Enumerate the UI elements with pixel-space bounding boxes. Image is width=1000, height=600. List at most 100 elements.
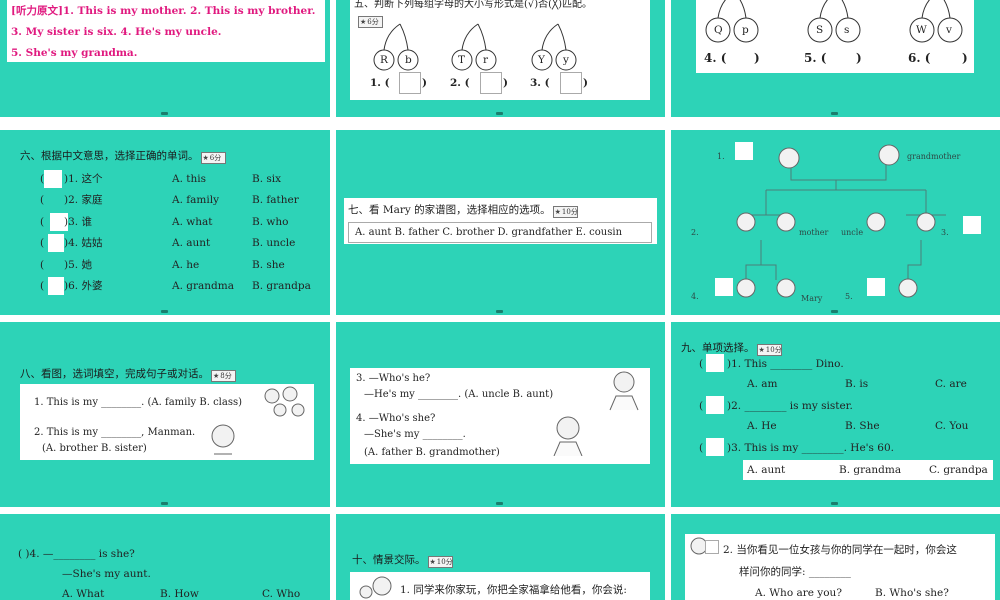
score-badge-text: 10分 bbox=[756, 344, 782, 356]
tree-answer-box-3[interactable] bbox=[963, 216, 981, 234]
tree-label-mary: Mary bbox=[801, 294, 823, 303]
vocab-row-5-label: )5. 她 bbox=[64, 259, 92, 271]
tree-label-5: 5. bbox=[845, 292, 853, 301]
answer-2-box[interactable] bbox=[480, 72, 502, 94]
slide-marker bbox=[831, 112, 838, 115]
mc-q1-answer-box[interactable] bbox=[706, 354, 724, 372]
vocab-row-3-label: )3. 谁 bbox=[64, 216, 92, 228]
slide-marker bbox=[831, 310, 838, 313]
answer-6-label: 6. ( bbox=[908, 51, 931, 65]
grandmother-illustration bbox=[553, 416, 583, 456]
score-badge-text: 8分 bbox=[211, 370, 236, 382]
dog-illustration bbox=[359, 576, 392, 599]
listening-line-3: 5. She's my grandma. bbox=[11, 47, 138, 59]
vocab-row-1-answer-box[interactable] bbox=[44, 170, 62, 188]
slide-marker bbox=[496, 310, 503, 313]
answer-2-label: 2. ( bbox=[450, 77, 470, 89]
slide-1: [听力原文]1. This is my mother. 2. This is m… bbox=[0, 0, 330, 117]
vocab-row-6-answer-box[interactable] bbox=[48, 277, 64, 295]
vocab-row-2-open: ( bbox=[40, 194, 45, 206]
mc-q2-opt-b: B. She bbox=[845, 420, 880, 432]
mc-q1-opt-a: A. am bbox=[747, 378, 778, 390]
answer-3-label: 3. ( bbox=[530, 77, 550, 89]
q3-line-b: —He's my ________. (A. uncle B. aunt) bbox=[364, 389, 554, 400]
pair-1-upper: R bbox=[380, 54, 388, 66]
listening-script-card: [听力原文]1. This is my mother. 2. This is m… bbox=[7, 0, 325, 62]
slide-10: ( )4. —________ is she? —She's my aunt. … bbox=[0, 514, 330, 600]
answer-3-box[interactable] bbox=[560, 72, 582, 94]
mc-q1: )1. This ________ Dino. bbox=[727, 358, 844, 370]
tree-label-grandmother: grandmother bbox=[907, 152, 961, 161]
pair-5-lower: s bbox=[844, 24, 850, 36]
vocab-row-6-label: )6. 外婆 bbox=[64, 280, 103, 292]
score-badge-text: 10分 bbox=[427, 556, 453, 568]
slide-11: 十、情景交际。10分 1. 同学来你家玩，你把全家福拿给他看，你会说: bbox=[336, 514, 665, 600]
tree-label-uncle: uncle bbox=[841, 228, 864, 237]
vocab-row-5-open: ( bbox=[40, 259, 45, 271]
score-badge-text: 10分 bbox=[552, 206, 578, 218]
slide-2: 五、判断下列每组字母的大小写形式是(√)否(╳)匹配。 6分 R b T r Y… bbox=[336, 0, 665, 117]
picture-q2-options: (A. brother B. sister) bbox=[42, 443, 147, 454]
mc-q4-opt-a: A. What bbox=[62, 588, 105, 600]
pair-2-upper: T bbox=[458, 54, 466, 66]
mc-q3-options-card: A. aunt B. grandma C. grandpa bbox=[743, 460, 993, 480]
letter-match-card-2: Q p S s W v 4. ( ) 5. ( ) 6. ( ) bbox=[696, 0, 974, 73]
slide-7: 八、看图，选词填空，完成句子或对话。8分 1. This is my _____… bbox=[0, 322, 330, 507]
tree-label-1: 1. bbox=[717, 152, 725, 161]
vocab-row-1-opt-a: A. this bbox=[172, 173, 206, 185]
answer-6-close: ) bbox=[962, 51, 968, 65]
picture-fill-card: 1. This is my ________. (A. family B. cl… bbox=[20, 384, 314, 460]
mc-q2-opt-c: C. You bbox=[935, 420, 969, 432]
slide-3: Q p S s W v 4. ( ) 5. ( ) 6. ( ) bbox=[671, 0, 1000, 117]
answer-5-label: 5. ( bbox=[804, 51, 827, 65]
mc-q3-opt-b: B. grandma bbox=[839, 464, 902, 476]
mc-q4-opt-c: C. Who bbox=[262, 588, 301, 600]
slide-5: 七、看 Mary 的家谱图，选择相应的选项。10分 A. aunt B. fat… bbox=[336, 130, 665, 315]
listening-line-1: [听力原文]1. This is my mother. 2. This is m… bbox=[11, 5, 316, 17]
pair-4-lower: p bbox=[742, 24, 749, 36]
section-10-instruction: 十、情景交际。10分 bbox=[352, 554, 453, 568]
situation-card: 1. 同学来你家玩，你把全家福拿给他看，你会说: bbox=[350, 572, 650, 600]
tree-answer-box-1[interactable] bbox=[735, 142, 753, 160]
picture-q1: 1. This is my ________. (A. family B. cl… bbox=[34, 397, 242, 408]
section-10-text: 十、情景交际。 bbox=[352, 554, 426, 566]
q4-options: (A. father B. grandmother) bbox=[364, 447, 500, 458]
section-8-instruction: 八、看图，选词填空，完成句子或对话。8分 bbox=[20, 368, 236, 382]
mc-q3-answer-box[interactable] bbox=[706, 438, 724, 456]
vocab-row-6-opt-b: B. grandpa bbox=[252, 280, 311, 292]
vocab-row-1-label: )1. 这个 bbox=[64, 173, 103, 185]
slide-marker bbox=[496, 112, 503, 115]
slide-12: 2. 当你看见一位女孩与你的同学在一起时，你会这 样问你的同学: _______… bbox=[671, 514, 1000, 600]
situation-q2-opt-a: A. Who are you? bbox=[755, 587, 842, 599]
tree-answer-box-4[interactable] bbox=[715, 278, 733, 296]
pair-5-upper: S bbox=[816, 24, 824, 36]
vocab-row-4-answer-box[interactable] bbox=[48, 234, 64, 252]
situation-q1: 1. 同学来你家玩，你把全家福拿给他看，你会说: bbox=[400, 584, 627, 596]
mc-q2-answer-box[interactable] bbox=[706, 396, 724, 414]
section-7-options: A. aunt B. father C. brother D. grandfat… bbox=[348, 222, 652, 243]
section-8-text: 八、看图，选词填空，完成句子或对话。 bbox=[20, 368, 209, 380]
mc-q1-opt-c: C. are bbox=[935, 378, 967, 390]
mc-q3-opt-c: C. grandpa bbox=[929, 464, 988, 476]
pair-3-upper: Y bbox=[538, 54, 545, 66]
vocab-row-2-opt-a: A. family bbox=[172, 194, 220, 206]
q3-line-a: 3. —Who's he? bbox=[356, 373, 431, 384]
family-faces bbox=[736, 144, 936, 298]
section-7-text: 七、看 Mary 的家谱图，选择相应的选项。 bbox=[348, 204, 551, 216]
section-6-instruction: 六、根据中文意思，选择正确的单词。6分 bbox=[20, 150, 226, 164]
family-tree-question-card: 七、看 Mary 的家谱图，选择相应的选项。10分 A. aunt B. fat… bbox=[344, 198, 657, 244]
mc-q2: )2. ________ is my sister. bbox=[727, 400, 853, 412]
section-6-text: 六、根据中文意思，选择正确的单词。 bbox=[20, 150, 199, 162]
vocab-row-5-opt-a: A. he bbox=[172, 259, 200, 271]
tree-label-4: 4. bbox=[691, 292, 699, 301]
vocab-row-4-opt-b: B. uncle bbox=[252, 237, 296, 249]
situation-answer-box[interactable] bbox=[705, 540, 719, 554]
vocab-row-4-open: ( bbox=[40, 237, 45, 249]
slide-marker bbox=[161, 112, 168, 115]
tree-answer-box-5[interactable] bbox=[867, 278, 885, 296]
answer-1-box[interactable] bbox=[399, 72, 421, 94]
section-9-text: 九、单项选择。 bbox=[681, 342, 755, 354]
tree-label-2: 2. bbox=[691, 228, 699, 237]
slide-marker bbox=[831, 502, 838, 505]
section-9-instruction: 九、单项选择。10分 bbox=[681, 342, 782, 356]
